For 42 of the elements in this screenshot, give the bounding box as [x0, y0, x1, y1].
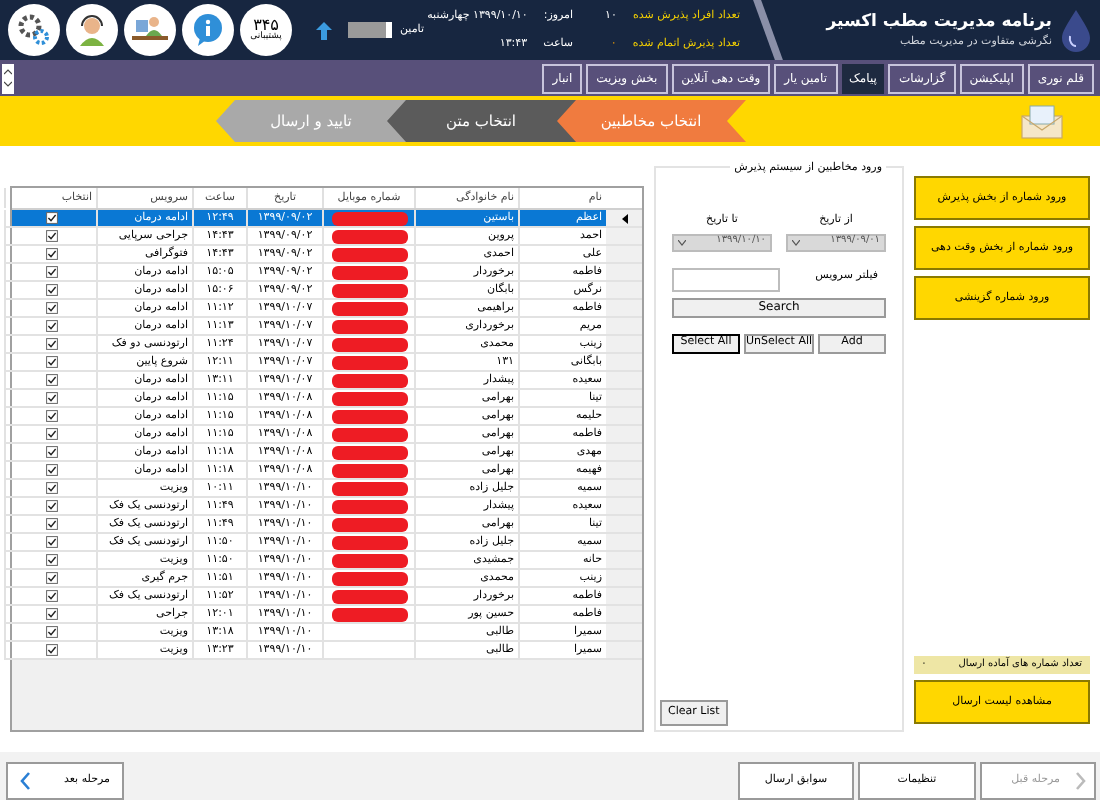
row-checkbox[interactable] [45, 374, 57, 386]
scroll-arrows[interactable] [2, 63, 14, 93]
service-filter-field[interactable] [672, 267, 780, 291]
row-checkbox[interactable] [45, 266, 57, 278]
row-checkbox[interactable] [45, 302, 57, 314]
row-checkbox[interactable] [45, 320, 57, 332]
row-checkbox[interactable] [45, 518, 57, 530]
row-checkbox[interactable] [45, 554, 57, 566]
chevron-right-icon [1076, 772, 1086, 790]
chevron-down-icon [792, 239, 800, 245]
row-checkbox[interactable] [45, 536, 57, 548]
drop-logo-icon [1060, 8, 1092, 52]
row-checkbox[interactable] [45, 284, 57, 296]
up-arrow-icon[interactable] [316, 21, 332, 39]
row-checkbox[interactable] [45, 572, 57, 584]
row-checkbox[interactable] [45, 464, 57, 476]
row-checkbox[interactable] [45, 212, 57, 224]
sms-envelope-icon [1020, 103, 1064, 139]
desk-person-icon[interactable] [124, 4, 176, 56]
settings-icon[interactable] [8, 4, 60, 56]
tamin-toggle[interactable] [348, 22, 392, 38]
row-checkbox[interactable] [45, 428, 57, 440]
row-checkbox[interactable] [45, 500, 57, 512]
row-checkbox[interactable] [45, 410, 57, 422]
row-checkbox[interactable] [45, 608, 57, 620]
row-checkbox[interactable] [45, 482, 57, 494]
row-checkbox[interactable] [45, 644, 57, 656]
row-checkbox[interactable] [45, 248, 57, 260]
app-title: برنامه مدیریت مطب اکسیر [826, 9, 1052, 34]
row-checkbox[interactable] [45, 626, 57, 638]
row-checkbox[interactable] [45, 590, 57, 602]
chevron-left-icon [20, 772, 30, 790]
support-number: ۳۴۵ [253, 17, 279, 34]
chevron-down-icon [678, 239, 686, 245]
row-checkbox[interactable] [45, 230, 57, 242]
info-icon[interactable] [182, 4, 234, 56]
row-pointer-icon [621, 213, 627, 223]
row-checkbox[interactable] [45, 356, 57, 368]
row-checkbox[interactable] [45, 392, 57, 404]
headset-person-icon[interactable] [66, 4, 118, 56]
row-checkbox[interactable] [45, 338, 57, 350]
row-checkbox[interactable] [45, 446, 57, 458]
